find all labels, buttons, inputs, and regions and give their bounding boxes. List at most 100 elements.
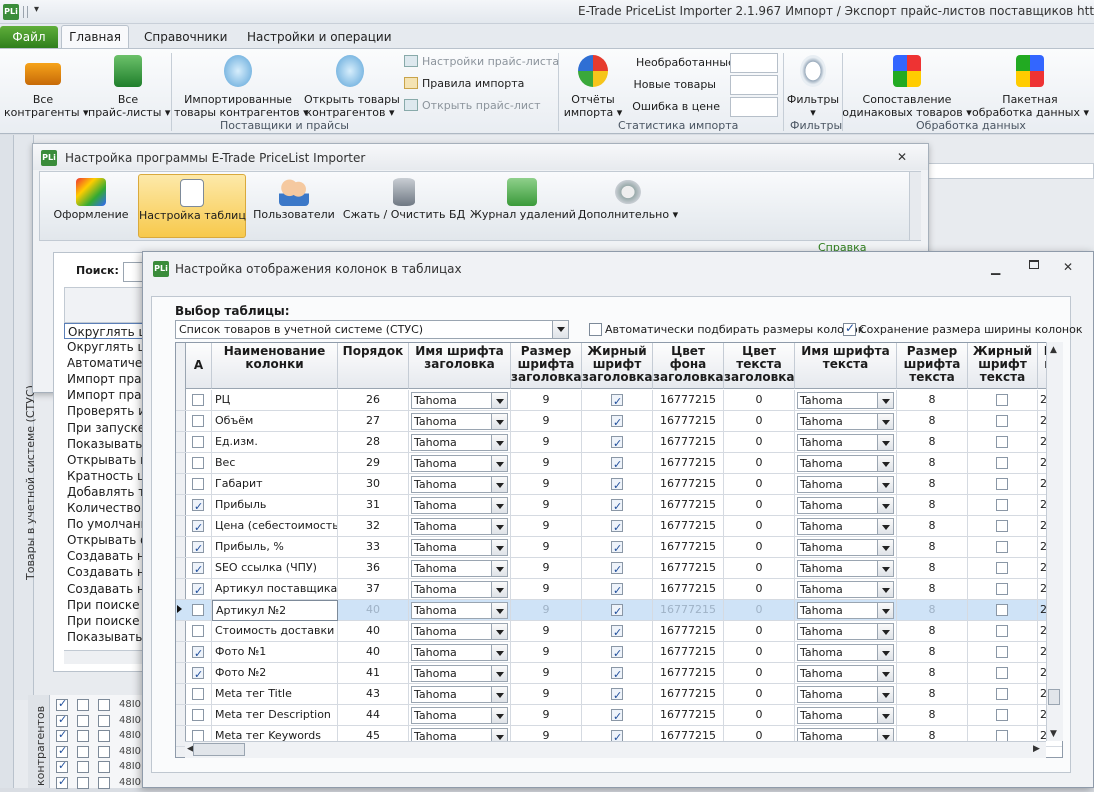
table-row[interactable]: Цена (себестоимость) 32 Tahoma 9 16777215 0 Ta… [176, 516, 1062, 537]
column-name[interactable]: Габарит [212, 477, 263, 490]
visible-checkbox[interactable] [192, 518, 204, 537]
chevron-down-icon[interactable] [491, 666, 507, 681]
text-bold-checkbox[interactable] [996, 457, 1008, 469]
visible-checkbox[interactable] [192, 625, 204, 637]
scroll-down-icon[interactable]: ▼ [1050, 729, 1057, 739]
header-text-color[interactable]: 0 [756, 456, 763, 469]
text-font-size[interactable]: 8 [929, 540, 936, 553]
header-bg-color[interactable]: 16777215 [660, 708, 716, 721]
header-font-select[interactable]: Tahoma [411, 392, 508, 409]
settings-list-item[interactable]: Показывать к [64, 436, 144, 452]
table-row[interactable]: Фото №241Tahoma9167772150Tahoma82 [176, 663, 1062, 684]
table-row[interactable]: Фото №140Tahoma9167772150Tahoma82 [176, 642, 1062, 663]
text-bold-checkbox[interactable] [996, 415, 1008, 427]
batch-processing-button[interactable]: Пакетная обработка данных ▾ [972, 55, 1089, 119]
settings-list-item[interactable]: При запуске [64, 420, 144, 436]
chevron-down-icon[interactable] [491, 708, 507, 723]
text-font-select[interactable]: Tahoma [797, 539, 894, 556]
header-bg-color[interactable]: 16777215 [660, 582, 716, 595]
tab-file[interactable]: Файл [0, 26, 58, 48]
text-font-select[interactable]: Tahoma [797, 497, 894, 514]
quick-access-dropdown-icon[interactable]: ▾ [34, 4, 39, 15]
column-order[interactable]: 32 [366, 519, 380, 532]
header-bold-checkbox[interactable] [611, 686, 623, 705]
side-tab-label[interactable]: контрагентов [34, 706, 47, 786]
column-name[interactable]: РЦ [212, 393, 230, 406]
row-checkbox[interactable] [56, 713, 68, 727]
header-font-size[interactable]: 9 [543, 414, 550, 427]
scroll-right-icon[interactable]: ▶ [1033, 744, 1040, 754]
header-text-color[interactable]: 0 [756, 708, 763, 721]
visible-checkbox[interactable] [192, 415, 204, 427]
header-bold-checkbox[interactable] [611, 518, 623, 537]
settings-list-item[interactable]: Кратность це [64, 468, 144, 484]
header-bold-checkbox[interactable] [611, 392, 623, 411]
header-font-size[interactable]: 9 [543, 645, 550, 658]
table-settings-button[interactable]: Настройка таблиц [138, 174, 246, 238]
column-order[interactable]: 41 [366, 666, 380, 679]
table-row[interactable]: Прибыль31Tahoma9167772150Tahoma82 [176, 495, 1062, 516]
table-row[interactable]: Стоимость доставки 40 Tahoma 9 16777215 0 Taho… [176, 621, 1062, 642]
close-icon[interactable]: ✕ [1063, 260, 1073, 274]
header-text-color[interactable]: 0 [756, 582, 763, 595]
tab-home[interactable]: Главная [61, 25, 129, 49]
header-bold-checkbox[interactable] [611, 476, 623, 495]
header-font-size[interactable]: 9 [543, 519, 550, 532]
deletion-log-button[interactable]: Журнал удалений [470, 174, 576, 238]
chevron-down-icon[interactable] [877, 519, 893, 534]
table-select[interactable]: Список товаров в учетной системе (СТУС) [175, 320, 569, 339]
column-name[interactable]: Фото №1 [212, 645, 266, 658]
vertical-scrollbar[interactable] [1046, 342, 1063, 741]
column-header[interactable]: Размер шрифта текста [897, 343, 968, 389]
column-order[interactable]: 40 [366, 603, 380, 616]
settings-list-item[interactable]: Создавать наз [64, 548, 144, 565]
row-checkbox[interactable] [77, 761, 89, 773]
column-order[interactable]: 27 [366, 414, 380, 427]
column-name[interactable]: Прибыль [212, 498, 266, 511]
header-bold-checkbox[interactable] [611, 581, 623, 600]
row-checkbox[interactable] [56, 744, 68, 758]
row-checkbox[interactable] [98, 776, 110, 789]
reports-button[interactable]: Отчёты импорта ▾ [562, 55, 624, 119]
column-order[interactable]: 26 [366, 393, 380, 406]
table-row[interactable]: Вес29Tahoma9167772150Tahoma82 [176, 453, 1062, 474]
column-header[interactable]: Цвет текста заголовка [724, 343, 795, 389]
header-bg-color[interactable]: 16777215 [660, 477, 716, 490]
header-bold-checkbox[interactable] [611, 560, 623, 579]
column-header[interactable]: Цвет фона заголовка [653, 343, 724, 389]
open-pricelist-button[interactable]: Открыть прайс-лист [404, 99, 540, 112]
header-font-select[interactable]: Tahoma [411, 497, 508, 514]
chevron-down-icon[interactable] [491, 561, 507, 576]
row-checkbox[interactable] [77, 714, 89, 727]
column-name[interactable]: SEO ссылка (ЧПУ) [212, 561, 317, 574]
column-header[interactable]: Имя шрифта заголовка [409, 343, 511, 389]
table-row[interactable]: Артикул №240Tahoma9167772150Tahoma82 [176, 600, 1062, 621]
scroll-up-icon[interactable]: ▲ [1050, 345, 1057, 355]
settings-list-item[interactable]: Автоматичес [64, 355, 144, 372]
header-font-size[interactable]: 9 [543, 456, 550, 469]
all-contractors-button[interactable]: Все контрагенты ▾ [4, 55, 89, 119]
settings-list-item[interactable]: При поиске с [64, 597, 144, 613]
header-bold-checkbox[interactable] [611, 623, 623, 642]
column-order[interactable]: 33 [366, 540, 380, 553]
vertical-scroll-thumb[interactable] [1048, 689, 1060, 705]
header-bg-color[interactable]: 16777215 [660, 519, 716, 532]
column-order[interactable]: 43 [366, 687, 380, 700]
column-order[interactable]: 40 [366, 645, 380, 658]
column-header[interactable]: Имя шрифта текста [795, 343, 897, 389]
settings-list-item[interactable]: Округлять це [64, 323, 144, 340]
list-horizontal-scroll[interactable] [64, 650, 144, 664]
row-checkbox[interactable] [98, 745, 110, 758]
chevron-down-icon[interactable] [491, 393, 507, 408]
header-bg-color[interactable]: 16777215 [660, 435, 716, 448]
visible-checkbox[interactable] [192, 709, 204, 721]
text-font-select[interactable]: Tahoma [797, 476, 894, 493]
chevron-down-icon[interactable] [877, 645, 893, 660]
text-bold-checkbox[interactable] [996, 394, 1008, 406]
visible-checkbox[interactable] [192, 688, 204, 700]
table-row[interactable]: Прибыль, %33Tahoma9167772150Tahoma82 [176, 537, 1062, 558]
additional-button[interactable]: Дополнительно ▾ [576, 174, 680, 238]
column-order[interactable]: 44 [366, 708, 380, 721]
header-text-color[interactable]: 0 [756, 414, 763, 427]
chevron-down-icon[interactable] [491, 477, 507, 492]
